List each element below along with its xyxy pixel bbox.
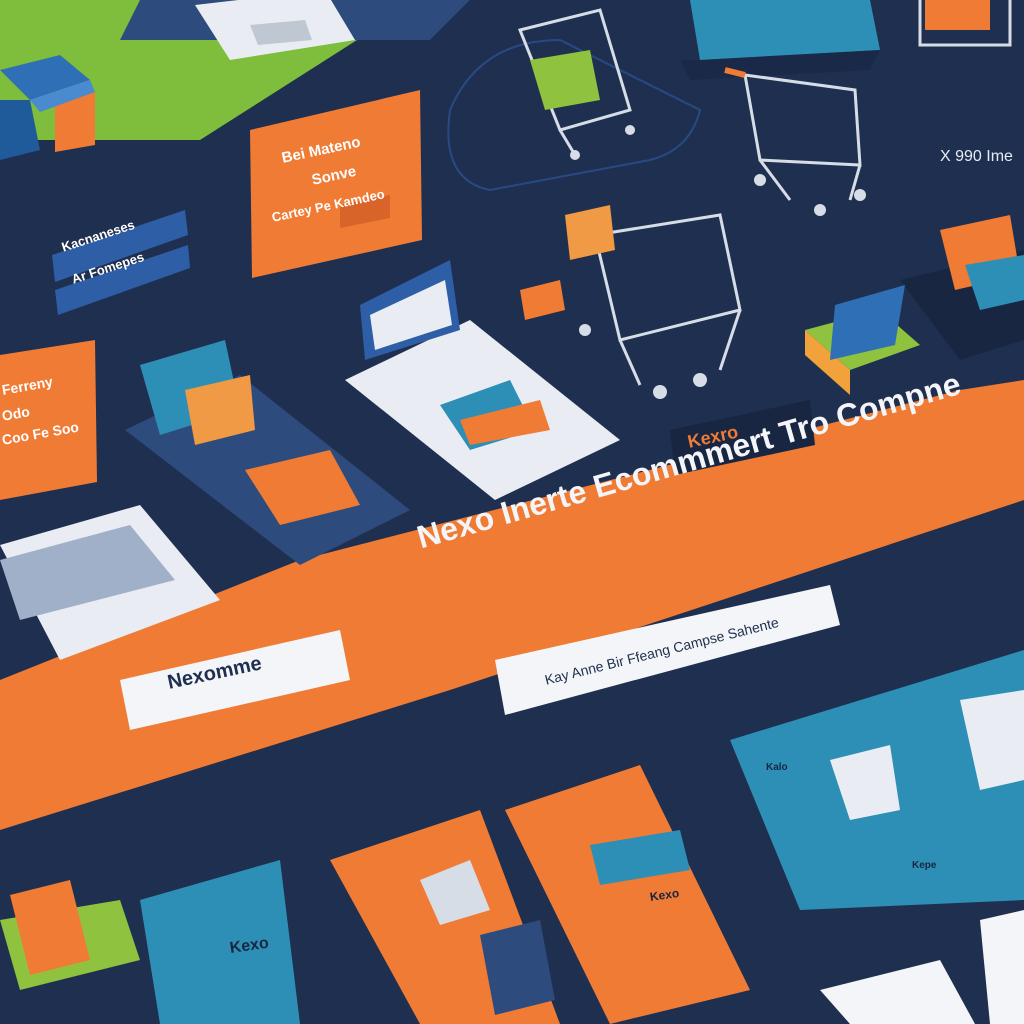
bottom-teal-caption: Kalo [766, 762, 788, 773]
bottom-right-white-card [820, 960, 975, 1024]
cart-top-center-icon [447, 8, 702, 192]
bottom-teal-panel-left [140, 860, 300, 1024]
illustration-canvas: Nexo Inerte Ecommmert Tro Compne Nexomme… [0, 0, 1024, 1024]
bottom-teal-caption-2: Kepe [912, 860, 937, 871]
cart-center-icon [520, 205, 742, 399]
product-pedestal-icon [805, 285, 920, 395]
bottom-left-boxes-icon [0, 880, 140, 990]
top-blue-card [690, 0, 880, 60]
bottom-right-white-strip [980, 910, 1024, 1024]
device-center-icon [345, 260, 620, 500]
right-boxes-icon [900, 215, 1024, 360]
right-logo-text: X 990 Ime [940, 148, 1013, 165]
